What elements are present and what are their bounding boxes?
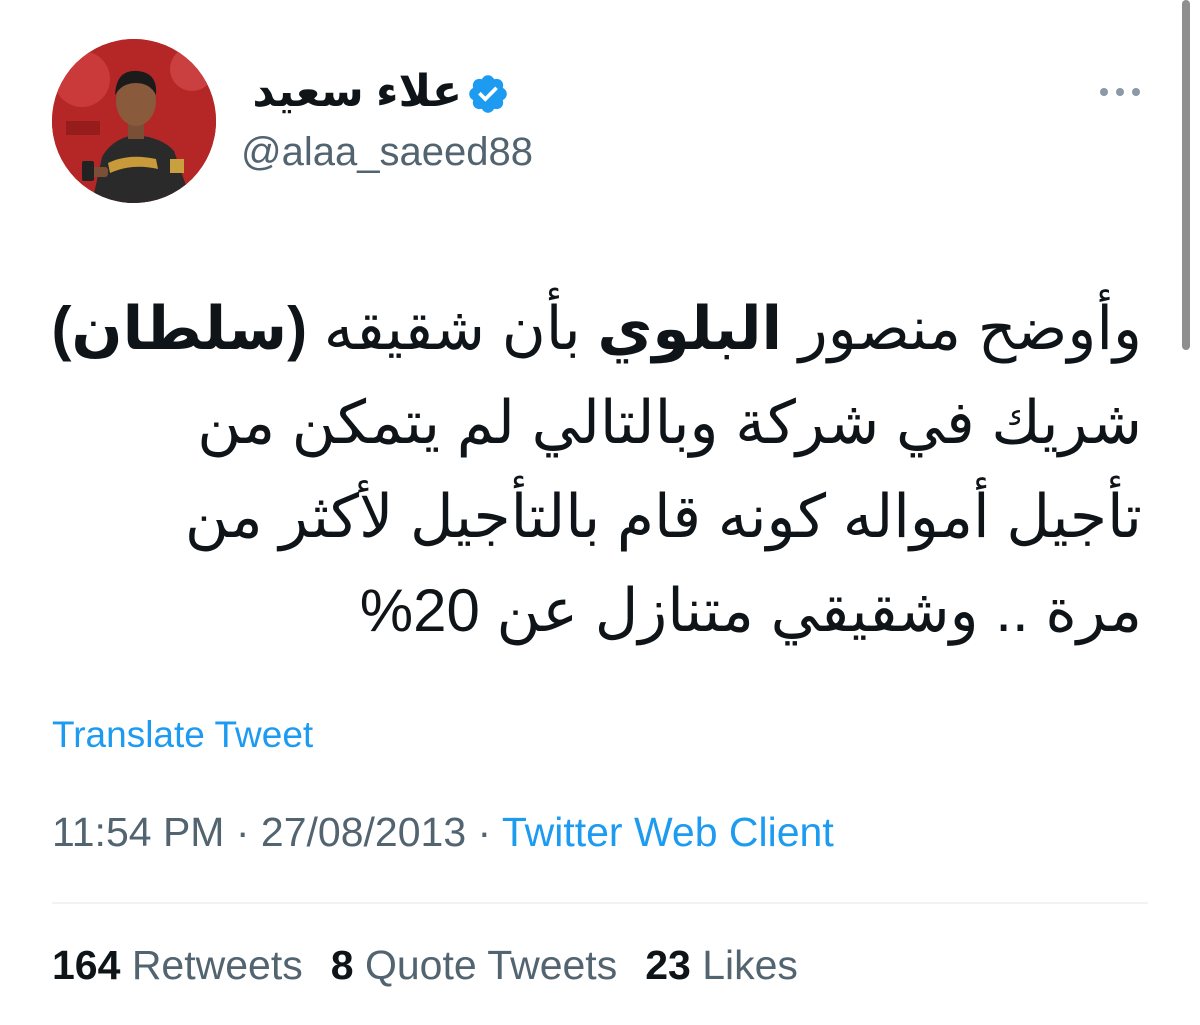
tweet-card: علاء سعيد @alaa_saeed88 وأوضح منصور البل… xyxy=(0,0,1200,1025)
tweet-line: شريك في شركة وبالتالي لم يتمكن من xyxy=(197,389,1142,456)
tweet-time[interactable]: 11:54 PM xyxy=(52,809,224,855)
tweet-text-bold: (سلطان) xyxy=(51,295,308,362)
display-name[interactable]: علاء سعيد xyxy=(252,62,462,122)
tweet-line: مرة .. وشقيقي متنازل عن 20% xyxy=(359,577,1142,644)
tweet-stats: 164 Retweets 8 Quote Tweets 23 Likes xyxy=(52,938,826,992)
avatar[interactable] xyxy=(52,39,216,203)
retweets-stat[interactable]: 164 Retweets xyxy=(52,942,303,988)
profile-photo-icon xyxy=(52,39,216,203)
tweet-text-segment: بأن شقيقه xyxy=(307,295,598,362)
divider xyxy=(52,902,1148,904)
likes-count: 23 xyxy=(645,942,691,988)
tweet-line: وأوضح منصور البلوي بأن شقيقه (سلطان) xyxy=(42,282,1142,376)
meta-separator: · xyxy=(235,809,250,855)
tweet-meta: 11:54 PM · 27/08/2013 · Twitter Web Clie… xyxy=(52,806,834,858)
quote-tweets-label: Quote Tweets xyxy=(364,942,618,988)
more-horizontal-icon[interactable] xyxy=(1096,80,1144,104)
tweet-text: وأوضح منصور البلوي بأن شقيقه (سلطان) شري… xyxy=(42,282,1142,658)
tweet-text-bold: البلوي xyxy=(597,295,783,362)
translate-tweet-link[interactable]: Translate Tweet xyxy=(52,712,313,758)
retweets-label: Retweets xyxy=(131,942,303,988)
tweet-source-link[interactable]: Twitter Web Client xyxy=(502,809,834,855)
scrollbar[interactable] xyxy=(1182,0,1190,350)
quote-tweets-count: 8 xyxy=(330,942,354,988)
quote-tweets-stat[interactable]: 8 Quote Tweets xyxy=(331,942,617,988)
tweet-date[interactable]: 27/08/2013 xyxy=(261,809,466,855)
verified-badge-icon xyxy=(469,75,507,113)
likes-stat[interactable]: 23 Likes xyxy=(645,942,798,988)
meta-separator: · xyxy=(477,809,492,855)
tweet-line: تأجيل أمواله كونه قام بالتأجيل لأكثر من xyxy=(184,483,1142,550)
user-handle[interactable]: @alaa_saeed88 xyxy=(241,127,533,177)
tweet-text-segment: وأوضح منصور xyxy=(782,295,1142,362)
retweets-count: 164 xyxy=(52,942,121,988)
likes-label: Likes xyxy=(702,942,798,988)
